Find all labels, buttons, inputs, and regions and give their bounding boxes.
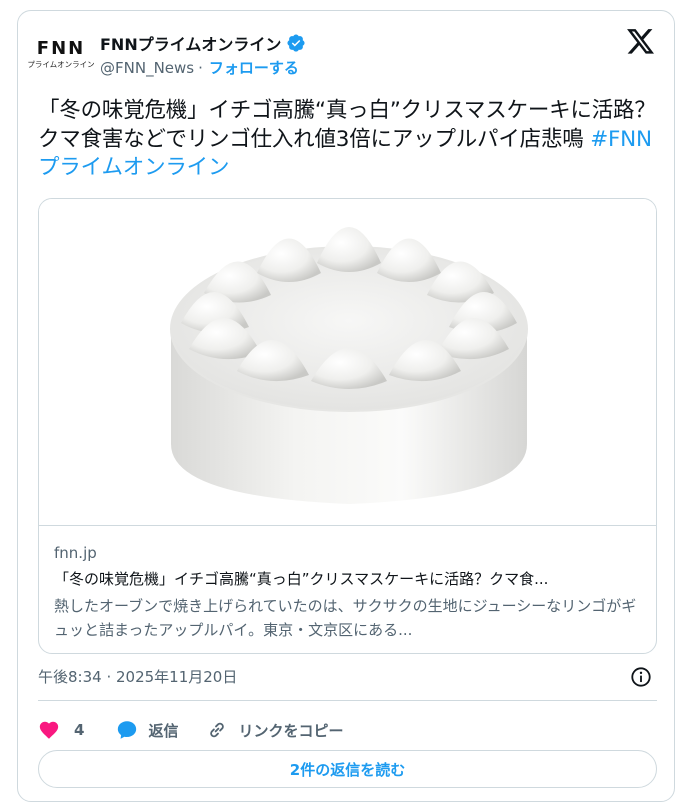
link-icon	[210, 722, 225, 738]
post-timestamp[interactable]: 午後8:34 · 2025年11月20日	[38, 666, 237, 687]
tweet-body: 「冬の味覚危機」イチゴ高騰“真っ白”クリスマスケーキに活路？クマ食害などでリンゴ…	[38, 98, 656, 152]
link-preview-card[interactable]: fnn.jp 「冬の味覚危機」イチゴ高騰“真っ白”クリスマスケーキに活路？クマ食…	[38, 198, 657, 654]
author-name-row[interactable]: FNNプライムオンライン	[100, 31, 306, 55]
reply-bubble-icon	[118, 721, 137, 739]
embedded-post-card: FNN プライムオンライン FNNプライムオンライン @FNN_News · フ…	[17, 10, 675, 802]
copy-link-label: リンクをコピー	[238, 721, 344, 740]
follow-link[interactable]: フォローする	[209, 57, 299, 78]
author-name[interactable]: FNNプライムオンライン	[100, 31, 281, 55]
handle-separator: ·	[198, 58, 203, 77]
handle-line: @FNN_News · フォローする	[100, 57, 299, 78]
logo-main-text: FNN	[36, 38, 86, 59]
reply-label: 返信	[148, 721, 179, 740]
read-replies-button[interactable]: 2件の返信を読む	[38, 750, 657, 788]
reply-button[interactable]: 返信	[116, 719, 178, 741]
divider	[38, 700, 657, 701]
author-handle[interactable]: @FNN_News	[100, 59, 194, 77]
like-button[interactable]: 4	[38, 719, 84, 741]
link-description: 熱したオーブンで焼き上げられていたのは、サクサクの生地にジューシーなリンゴがギュ…	[54, 597, 637, 639]
heart-icon	[39, 721, 59, 739]
like-count: 4	[74, 721, 85, 739]
verified-badge-icon	[286, 33, 306, 53]
link-preview-image[interactable]	[39, 199, 656, 526]
link-domain: fnn.jp	[54, 544, 97, 562]
copy-link-button[interactable]: リンクをコピー	[206, 719, 343, 741]
info-icon[interactable]	[630, 666, 652, 688]
link-title[interactable]: 「冬の味覚危機」イチゴ高騰“真っ白”クリスマスケーキに活路？クマ食...	[54, 569, 646, 589]
action-bar: 4 返信 リンクをコピー	[38, 715, 343, 745]
logo-sub-text: プライムオンライン	[27, 60, 95, 69]
fnn-logo[interactable]: FNN プライムオンライン	[27, 35, 94, 75]
x-logo-icon[interactable]	[627, 29, 655, 55]
tweet-text: 「冬の味覚危機」イチゴ高騰“真っ白”クリスマスケーキに活路？クマ食害などでリンゴ…	[38, 97, 666, 183]
